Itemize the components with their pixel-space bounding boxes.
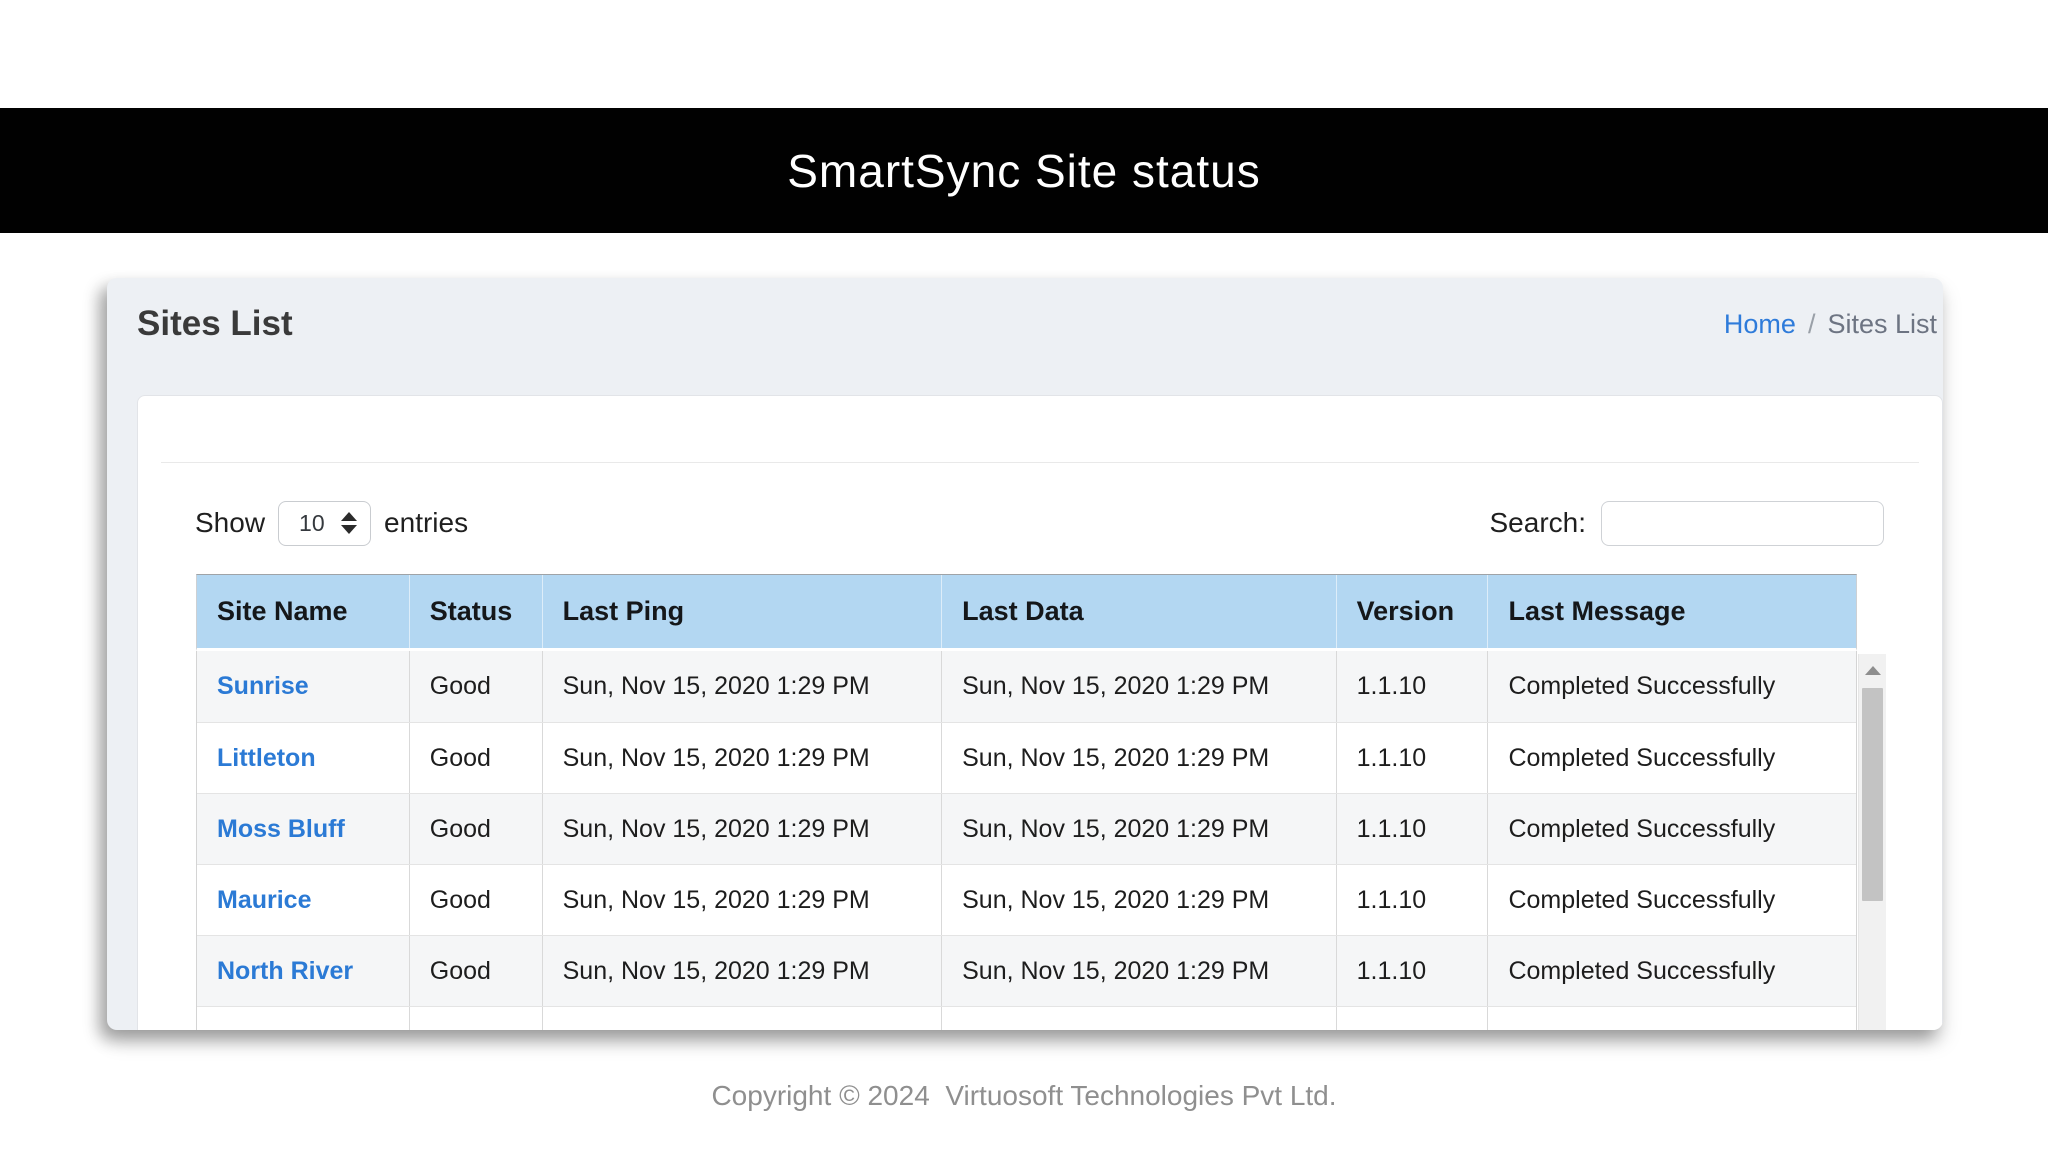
column-header-last-data[interactable]: Last Data — [941, 575, 1336, 648]
status-cell: Good — [408, 651, 542, 722]
last-ping-cell: Sun, Nov 15, 2020 1:29 PM — [541, 723, 942, 793]
last-data-cell: Sun, Nov 15, 2020 1:29 PM — [941, 723, 1336, 793]
last-ping-cell: Sun, Nov 15, 2020 1:29 PM — [541, 936, 942, 1006]
site-name-link[interactable]: Sunrise — [217, 672, 309, 701]
scrollbar-up-arrow-icon — [1864, 665, 1881, 675]
version-cell: 1.1.10 — [1335, 865, 1488, 935]
search-label: Search: — [1489, 507, 1587, 538]
entries-label: entries — [384, 507, 469, 538]
breadcrumb-separator: / — [1807, 308, 1816, 339]
last-data-cell: Sun, Nov 15, 2020 1:29 PM — [941, 865, 1336, 935]
last-ping-cell: Sun, Nov 15, 2020 1:29 PM — [541, 865, 942, 935]
search-control: Search: — [1489, 500, 1884, 546]
version-cell: 1.1.10 — [1335, 723, 1488, 793]
select-arrows-icon — [341, 512, 358, 534]
last-message-cell: Completed Successfully — [1487, 794, 1856, 864]
table-header-row: Site Name Status Last Ping Last Data Version… — [196, 574, 1857, 651]
status-cell: Good — [408, 723, 542, 793]
last-ping-cell — [541, 1007, 942, 1030]
entries-select[interactable]: 10 — [278, 500, 372, 546]
table-row: Maurice Good Sun, Nov 15, 2020 1:29 PM S… — [197, 864, 1856, 935]
table-scrollbar — [1858, 654, 1886, 1030]
last-data-cell — [941, 1007, 1336, 1030]
last-message-cell: Completed Successfully — [1487, 865, 1856, 935]
version-cell: 1.1.10 — [1335, 651, 1488, 722]
status-cell: Good — [408, 865, 542, 935]
status-cell — [408, 1007, 542, 1030]
copyright-footer: Copyright © 2024 Virtuosoft Technologies… — [711, 1080, 1337, 1111]
content-panel: Sites List Home / Sites List Show 10 entri… — [107, 278, 1943, 1030]
status-cell: Good — [408, 794, 542, 864]
breadcrumb-current: Sites List — [1827, 308, 1937, 339]
column-header-status[interactable]: Status — [408, 575, 542, 648]
site-name-link[interactable]: North River — [217, 957, 353, 986]
table-row-partial — [197, 1006, 1856, 1030]
card-header-divider — [161, 396, 1919, 463]
site-name-link[interactable]: Littleton — [217, 744, 316, 773]
app-title: SmartSync Site status — [787, 144, 1261, 197]
table-row: Littleton Good Sun, Nov 15, 2020 1:29 PM… — [197, 722, 1856, 793]
version-cell: 1.1.10 — [1335, 794, 1488, 864]
sites-list-card: Show 10 entries Search: Site Name Status L… — [137, 395, 1943, 1030]
last-data-cell: Sun, Nov 15, 2020 1:29 PM — [941, 794, 1336, 864]
last-message-cell: Completed Successfully — [1487, 723, 1856, 793]
sites-table: Site Name Status Last Ping Last Data Version… — [196, 574, 1857, 1030]
version-cell — [1335, 1007, 1488, 1030]
table-row: Moss Bluff Good Sun, Nov 15, 2020 1:29 P… — [197, 793, 1856, 864]
page-length-control: Show 10 entries — [195, 500, 469, 546]
app-title-bar: SmartSync Site status — [0, 108, 2048, 233]
breadcrumb: Home / Sites List — [1724, 309, 1937, 340]
last-data-cell: Sun, Nov 15, 2020 1:29 PM — [941, 936, 1336, 1006]
show-label: Show — [195, 507, 266, 538]
table-row: North River Good Sun, Nov 15, 2020 1:29 … — [197, 935, 1856, 1006]
scrollbar-up-button[interactable] — [1859, 654, 1886, 686]
scrollbar-thumb[interactable] — [1862, 688, 1883, 901]
last-message-cell — [1487, 1007, 1856, 1030]
column-header-last-ping[interactable]: Last Ping — [541, 575, 942, 648]
site-name-link[interactable]: Moss Bluff — [217, 815, 345, 844]
column-header-version[interactable]: Version — [1335, 575, 1488, 648]
column-header-site-name[interactable]: Site Name — [197, 575, 409, 648]
last-message-cell: Completed Successfully — [1487, 936, 1856, 1006]
last-ping-cell: Sun, Nov 15, 2020 1:29 PM — [541, 651, 942, 722]
version-cell: 1.1.10 — [1335, 936, 1488, 1006]
page-title: Sites List — [137, 304, 293, 343]
table-body: Sunrise Good Sun, Nov 15, 2020 1:29 PM S… — [196, 651, 1857, 1030]
site-name-link[interactable]: Maurice — [217, 886, 311, 915]
last-message-cell: Completed Successfully — [1487, 651, 1856, 722]
table-row: Sunrise Good Sun, Nov 15, 2020 1:29 PM S… — [197, 651, 1856, 722]
search-input[interactable] — [1601, 500, 1884, 546]
entries-select-value: 10 — [299, 509, 325, 536]
column-header-last-message[interactable]: Last Message — [1487, 575, 1856, 648]
table-controls: Show 10 entries Search: — [195, 499, 1884, 547]
page-header: Sites List Home / Sites List — [137, 296, 1937, 352]
last-data-cell: Sun, Nov 15, 2020 1:29 PM — [941, 651, 1336, 722]
last-ping-cell: Sun, Nov 15, 2020 1:29 PM — [541, 794, 942, 864]
status-cell: Good — [408, 936, 542, 1006]
breadcrumb-home-link[interactable]: Home — [1724, 309, 1796, 339]
